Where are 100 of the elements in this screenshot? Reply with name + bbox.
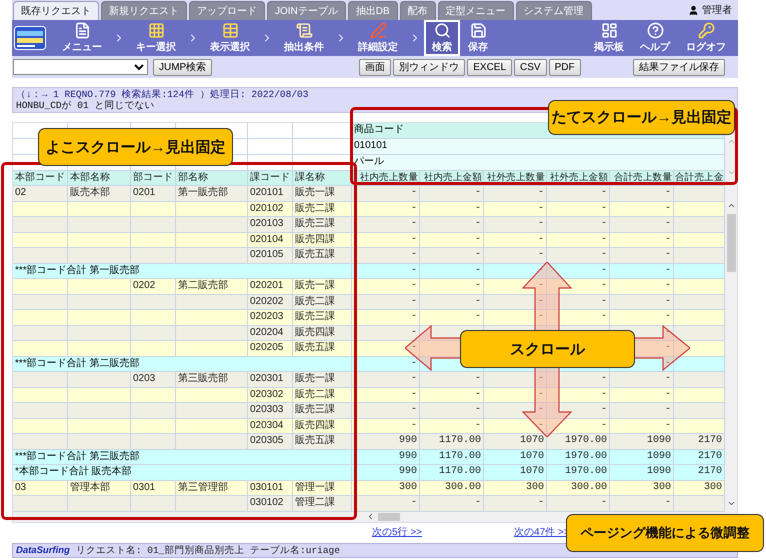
- table-cell: -: [352, 248, 420, 264]
- table-cell: 0301: [131, 480, 176, 496]
- tab[interactable]: アップロード: [189, 1, 265, 20]
- info-line: HONBU_CDが 01 と同じでない: [16, 100, 156, 111]
- jump-search-button[interactable]: JUMP検索: [153, 58, 212, 76]
- scrollbar-thumb[interactable]: [726, 214, 736, 272]
- table-cell: -: [484, 310, 547, 326]
- table-cell: 020103: [248, 217, 293, 232]
- table-cell: -: [484, 418, 547, 434]
- table-cell: 020201: [248, 279, 293, 294]
- table-cell: -: [352, 217, 420, 232]
- scroll-up-icon[interactable]: [726, 137, 736, 146]
- table-cell: 020202: [248, 294, 293, 310]
- user-icon: [688, 4, 699, 16]
- toolbar-button[interactable]: キー選択: [128, 20, 184, 56]
- toolbar-button[interactable]: ヘルプ: [632, 20, 678, 56]
- table-cell: 第三販売部: [176, 372, 248, 388]
- tab[interactable]: 定型メニュー: [438, 1, 514, 20]
- table-cell: 販売二課: [293, 294, 352, 310]
- table-cell: -: [547, 496, 610, 512]
- scroll-down-icon[interactable]: [726, 168, 736, 177]
- table-cell: -: [352, 403, 420, 418]
- table-cell: 020203: [248, 310, 293, 326]
- table-cell: -: [420, 279, 484, 294]
- table-cell: 販売一課: [293, 279, 352, 294]
- toolbar-button[interactable]: 詳細設定: [350, 20, 406, 56]
- table-cell: 1070: [484, 434, 547, 450]
- table-cell: 1070: [484, 465, 547, 480]
- board-icon: [600, 22, 618, 39]
- toolbar-button[interactable]: ログオフ: [678, 20, 734, 56]
- save-icon: [470, 22, 486, 39]
- grid-icon: [148, 22, 164, 39]
- toolbar-button[interactable]: 検索: [424, 20, 460, 56]
- table-cell: 販売三課: [293, 217, 352, 232]
- tab[interactable]: JOINテーブル: [267, 1, 346, 20]
- table-cell: -: [484, 217, 547, 232]
- table-cell: 販売二課: [293, 388, 352, 403]
- subtotal-label: ***部コード合計 第三販売部: [13, 450, 352, 465]
- tab[interactable]: システム管理: [516, 1, 592, 20]
- table-cell: -: [352, 496, 420, 512]
- table-cell: -: [610, 372, 674, 388]
- table-cell: -: [547, 186, 610, 202]
- key-icon: [698, 22, 714, 39]
- table-cell: -: [610, 388, 674, 403]
- table-cell: 020205: [248, 341, 293, 356]
- callout: ページング機能による微調整: [566, 514, 764, 552]
- table-cell: -: [547, 217, 610, 232]
- tab[interactable]: 既存リクエスト: [13, 1, 99, 20]
- column-header: 部コード: [131, 171, 176, 186]
- toolbar-button[interactable]: 表示選択: [202, 20, 258, 56]
- tab[interactable]: 新規リクエスト: [101, 1, 187, 20]
- toolbar-button[interactable]: メニュー: [54, 20, 110, 56]
- tab[interactable]: 抽出DB: [348, 1, 398, 20]
- toolbar-button[interactable]: 保存: [460, 20, 496, 56]
- scroll-up-icon[interactable]: [726, 201, 736, 210]
- scroll-down-icon[interactable]: [726, 499, 736, 508]
- table-cell: 300.00: [547, 480, 610, 496]
- pager-link[interactable]: 次の5行 >>: [372, 525, 422, 539]
- table-cell: -: [547, 388, 610, 403]
- table-cell: 030102: [248, 496, 293, 512]
- tab[interactable]: 配布: [400, 1, 436, 20]
- table-cell: -: [547, 294, 610, 310]
- page-icon: [296, 22, 312, 39]
- table-cell: 1090: [610, 465, 674, 480]
- table-cell: 販売本部: [68, 186, 131, 202]
- save-result-button[interactable]: 結果ファイル保存: [633, 58, 725, 76]
- output-button[interactable]: 別ウィンドウ: [393, 58, 466, 76]
- scrollbar-thumb[interactable]: [378, 512, 400, 520]
- dropdown[interactable]: [13, 59, 148, 75]
- table-cell: 2170: [674, 450, 725, 465]
- table-cell: -: [420, 232, 484, 248]
- output-button[interactable]: EXCEL: [467, 58, 512, 76]
- table-cell: -: [420, 418, 484, 434]
- pen-icon: [370, 22, 386, 39]
- table-cell: 1170.00: [420, 465, 484, 480]
- subtotal-label: *本部コード合計 販売本部: [13, 465, 352, 480]
- table-cell: -: [610, 202, 674, 217]
- table-cell: -: [547, 418, 610, 434]
- table-cell: -: [420, 403, 484, 418]
- scroll-left-icon[interactable]: [366, 512, 375, 521]
- table-cell: 020104: [248, 232, 293, 248]
- table-cell: 1170.00: [420, 450, 484, 465]
- table-cell: 販売四課: [293, 326, 352, 341]
- table-cell: 第二販売部: [176, 279, 248, 294]
- toolbar-button[interactable]: 掲示板: [586, 20, 632, 56]
- table-cell: 1090: [610, 450, 674, 465]
- table-cell: -: [484, 279, 547, 294]
- column-header: 本部名称: [68, 171, 131, 186]
- table-cell: -: [484, 388, 547, 403]
- output-button[interactable]: PDF: [548, 58, 581, 76]
- callout: たてスクロール→見出固定: [548, 100, 735, 135]
- table-cell: 990: [352, 465, 420, 480]
- toolbar-button[interactable]: 抽出条件: [276, 20, 332, 56]
- output-button[interactable]: CSV: [514, 58, 547, 76]
- callout: スクロール: [460, 330, 635, 368]
- table-cell: 販売四課: [293, 418, 352, 434]
- table-cell: -: [547, 202, 610, 217]
- status-text: リクエスト名: 01_部門別商品別売上 テーブル名:uriage: [76, 544, 340, 557]
- output-button[interactable]: 画面: [359, 58, 392, 76]
- table-cell: 販売五課: [293, 248, 352, 264]
